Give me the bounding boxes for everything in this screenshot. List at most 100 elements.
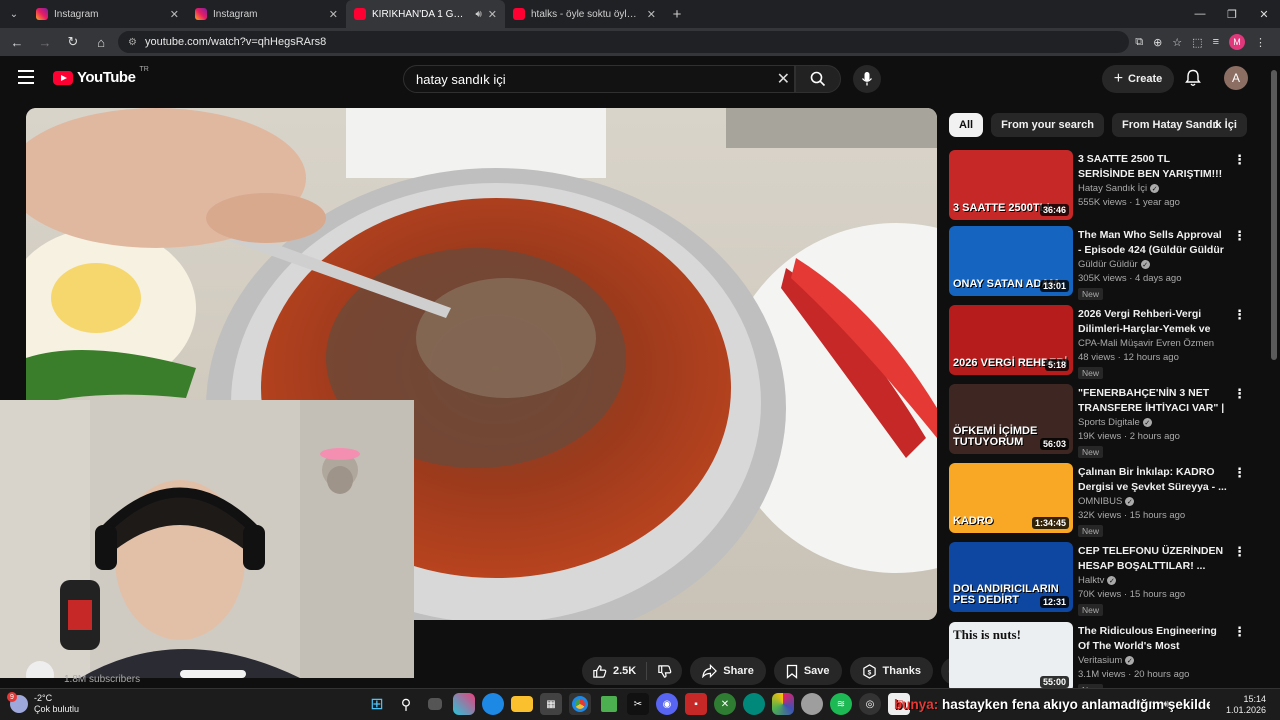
- voice-search-button[interactable]: [853, 65, 881, 93]
- video-thumbnail[interactable]: ONAY SATAN ADAM 13:01: [949, 226, 1073, 296]
- more-options-icon[interactable]: ⋮: [1233, 544, 1246, 560]
- video-title[interactable]: "FENERBAHÇE'NİN 3 NET TRANSFERE İHTİYACI…: [1078, 386, 1228, 415]
- discord-icon[interactable]: ◉: [656, 693, 678, 715]
- minecraft-icon[interactable]: [601, 696, 617, 712]
- shield-app-icon[interactable]: [801, 693, 823, 715]
- profile-avatar[interactable]: M: [1229, 34, 1245, 50]
- weather-widget[interactable]: 9 -2°C Çok bulutlu: [7, 692, 79, 715]
- notifications-bell-icon[interactable]: [1185, 69, 1201, 92]
- recommended-video[interactable]: KADRO 1:34:45 Çalınan Bir İnkılap: KADRO D…: [949, 463, 1249, 537]
- obs-icon[interactable]: ◎: [859, 693, 881, 715]
- page-scrollbar[interactable]: [1270, 60, 1278, 686]
- thanks-button[interactable]: $ Thanks: [849, 657, 934, 685]
- menu-icon[interactable]: [18, 70, 34, 84]
- close-tab-icon[interactable]: ✕: [329, 8, 338, 21]
- more-options-icon[interactable]: ⋮: [1233, 465, 1246, 481]
- channel-name[interactable]: CPA-Mali Müşavir Evren Özmen: [1078, 338, 1214, 349]
- restore-icon[interactable]: ❐: [1216, 0, 1248, 28]
- reload-icon[interactable]: ↻: [62, 31, 84, 53]
- home-icon[interactable]: ⌂: [90, 31, 112, 53]
- video-title[interactable]: CEP TELEFONU ÜZERİNDEN HESAP BOŞALTTILAR…: [1078, 544, 1228, 573]
- address-bar[interactable]: ⚙ youtube.com/watch?v=qhHegsRArs8: [118, 31, 1130, 53]
- save-button[interactable]: Save: [773, 657, 842, 685]
- site-info-icon[interactable]: ⚙: [128, 37, 137, 48]
- more-options-icon[interactable]: ⋮: [1233, 228, 1246, 244]
- share-button[interactable]: Share: [690, 657, 766, 685]
- search-input[interactable]: hatay sandık içi ✕: [403, 65, 795, 93]
- windows-start-icon[interactable]: ⊞: [366, 693, 388, 715]
- taskbar-clock[interactable]: 15:14 1.01.2026: [1226, 694, 1266, 716]
- recommended-video[interactable]: 3 SAATTE 2500TL! 36:46 3 SAATTE 2500 TL SE…: [949, 150, 1249, 222]
- browser-tab-3[interactable]: KIRIKHAN'DA 1 GÜNDE NE 🔊︎ ✕: [346, 0, 505, 28]
- bookmark-star-icon[interactable]: ☆: [1172, 36, 1182, 49]
- recommended-video[interactable]: ÖFKEMİ İÇİMDE TUTUYORUM 56:03 "FENERBAHÇE'…: [949, 384, 1249, 458]
- more-options-icon[interactable]: ⋮: [1233, 307, 1246, 323]
- video-thumbnail[interactable]: 2026 VERGİ REHBERİ 5:18: [949, 305, 1073, 375]
- chip-3[interactable]: From Hatay Sandık İçi: [1111, 113, 1247, 137]
- close-tab-icon[interactable]: ✕: [488, 8, 497, 21]
- like-button[interactable]: 2.5K: [582, 657, 646, 685]
- channel-name[interactable]: Halktv: [1078, 575, 1104, 586]
- video-title[interactable]: The Man Who Sells Approval - Episode 424…: [1078, 228, 1228, 257]
- forward-icon[interactable]: →: [34, 31, 56, 53]
- video-title[interactable]: 3 SAATTE 2500 TL SERİSİNDE BEN YARIŞTIM!…: [1078, 152, 1228, 181]
- browser-menu-icon[interactable]: ⋮: [1255, 36, 1266, 49]
- edge-icon[interactable]: [482, 693, 504, 715]
- channel-name[interactable]: Veritasium: [1078, 655, 1122, 666]
- video-thumbnail[interactable]: DOLANDIRICILARIN PES DEDİRT 12:31: [949, 542, 1073, 612]
- install-app-icon[interactable]: ⧉: [1135, 36, 1143, 49]
- more-options-icon[interactable]: ⋮: [1233, 152, 1246, 168]
- recommended-video[interactable]: This is nuts! 55:00 The Ridiculous Enginee…: [949, 622, 1249, 696]
- store-icon[interactable]: ▦: [540, 693, 562, 715]
- spotify-icon[interactable]: ≋: [830, 693, 852, 715]
- tab-search-icon[interactable]: ⌄: [0, 0, 28, 28]
- account-avatar[interactable]: A: [1224, 66, 1248, 90]
- search-button[interactable]: [795, 65, 841, 93]
- channel-name[interactable]: OMNIBUS: [1078, 496, 1122, 507]
- channel-name[interactable]: Sports Digitale: [1078, 417, 1140, 428]
- video-thumbnail[interactable]: KADRO 1:34:45: [949, 463, 1073, 533]
- browser-tab-2[interactable]: Instagram ✕: [187, 0, 346, 28]
- video-title[interactable]: 2026 Vergi Rehberi-Vergi Dilimleri-Harçl…: [1078, 307, 1228, 336]
- new-tab-button[interactable]: +: [664, 6, 690, 23]
- video-thumbnail[interactable]: ÖFKEMİ İÇİMDE TUTUYORUM 56:03: [949, 384, 1073, 454]
- close-tab-icon[interactable]: ✕: [170, 8, 179, 21]
- video-thumbnail[interactable]: This is nuts! 55:00: [949, 622, 1073, 692]
- chip-1[interactable]: All: [949, 113, 984, 137]
- youtube-logo[interactable]: YouTube TR: [53, 66, 149, 86]
- channel-name[interactable]: Güldür Güldür: [1078, 259, 1138, 270]
- zoom-icon[interactable]: ⊕: [1153, 36, 1162, 49]
- capcut-icon[interactable]: ✂: [627, 693, 649, 715]
- recommended-video[interactable]: DOLANDIRICILARIN PES DEDİRT 12:31 CEP TELE…: [949, 542, 1249, 616]
- close-tab-icon[interactable]: ✕: [647, 8, 656, 21]
- media-control-icon[interactable]: ≡: [1213, 36, 1219, 48]
- close-window-icon[interactable]: ✕: [1248, 0, 1280, 28]
- recommended-video[interactable]: ONAY SATAN ADAM 13:01 The Man Who Sells Ap…: [949, 226, 1249, 300]
- dislike-button[interactable]: [647, 657, 682, 685]
- video-title[interactable]: The Ridiculous Engineering Of The World'…: [1078, 624, 1228, 653]
- copilot-icon[interactable]: [453, 693, 475, 715]
- create-button[interactable]: + Create: [1102, 65, 1174, 93]
- more-options-icon[interactable]: ⋮: [1233, 386, 1246, 402]
- more-options-icon[interactable]: ⋮: [1233, 624, 1246, 640]
- minimize-icon[interactable]: —: [1184, 0, 1216, 28]
- globe-app-icon[interactable]: [743, 693, 765, 715]
- extensions-icon[interactable]: ⬚: [1192, 36, 1202, 49]
- app-red-icon[interactable]: ▪: [685, 693, 707, 715]
- clear-search-icon[interactable]: ✕: [777, 69, 790, 89]
- task-view-icon[interactable]: [428, 698, 442, 710]
- file-explorer-icon[interactable]: [511, 696, 533, 712]
- search-taskbar-icon[interactable]: ⚲: [395, 693, 417, 715]
- browser-tab-1[interactable]: Instagram ✕: [28, 0, 187, 28]
- xbox-icon[interactable]: ✕: [714, 693, 736, 715]
- video-title[interactable]: Çalınan Bir İnkılap: KADRO Dergisi ve Şe…: [1078, 465, 1228, 494]
- speaker-icon[interactable]: 🔊︎: [475, 9, 481, 20]
- back-icon[interactable]: ←: [6, 31, 28, 53]
- browser-tab-4[interactable]: htalks - öyle soktu öyle çıkardı ✕: [505, 0, 664, 28]
- video-thumbnail[interactable]: 3 SAATTE 2500TL! 36:46: [949, 150, 1073, 220]
- channel-name[interactable]: Hatay Sandık İçi: [1078, 183, 1147, 194]
- chrome-icon[interactable]: [569, 693, 591, 715]
- colorful-app-icon[interactable]: [772, 693, 794, 715]
- recommended-video[interactable]: 2026 VERGİ REHBERİ 5:18 2026 Vergi Rehberi…: [949, 305, 1249, 379]
- chevron-right-icon[interactable]: ›: [1214, 116, 1219, 134]
